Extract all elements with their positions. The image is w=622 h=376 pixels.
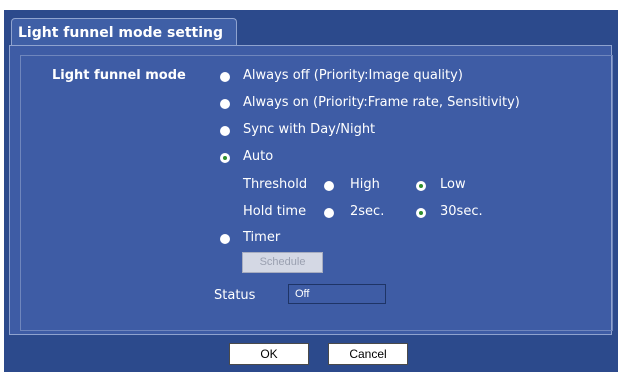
threshold-low-label: Low (440, 177, 466, 192)
status-label: Status (214, 288, 256, 303)
cancel-button[interactable]: Cancel (328, 343, 408, 365)
radio-hold-time-2sec[interactable] (324, 208, 334, 218)
option-label-always-on: Always on (Priority:Frame rate, Sensitiv… (243, 95, 520, 110)
option-label-timer: Timer (243, 230, 281, 245)
light-funnel-mode-label: Light funnel mode (52, 68, 186, 83)
hold-time-label: Hold time (243, 204, 307, 219)
option-label-sync-day-night: Sync with Day/Night (243, 122, 376, 137)
radio-always-on[interactable] (220, 99, 230, 109)
radio-threshold-low[interactable] (416, 181, 426, 191)
option-label-always-off: Always off (Priority:Image quality) (243, 68, 463, 83)
ok-button[interactable]: OK (229, 343, 309, 365)
threshold-label: Threshold (243, 177, 308, 192)
radio-sync-day-night[interactable] (220, 126, 230, 136)
schedule-button[interactable]: Schedule (242, 252, 323, 273)
radio-timer[interactable] (220, 234, 230, 244)
tab-light-funnel-mode-setting[interactable]: Light funnel mode setting (11, 18, 237, 46)
radio-auto[interactable] (220, 153, 230, 163)
hold-time-30sec-label: 30sec. (440, 204, 483, 219)
radio-always-off[interactable] (220, 72, 230, 82)
radio-hold-time-30sec[interactable] (416, 208, 426, 218)
hold-time-2sec-label: 2sec. (350, 204, 385, 219)
status-value-field: Off (288, 284, 386, 304)
option-label-auto: Auto (243, 149, 274, 164)
radio-threshold-high[interactable] (324, 181, 334, 191)
threshold-high-label: High (350, 177, 380, 192)
